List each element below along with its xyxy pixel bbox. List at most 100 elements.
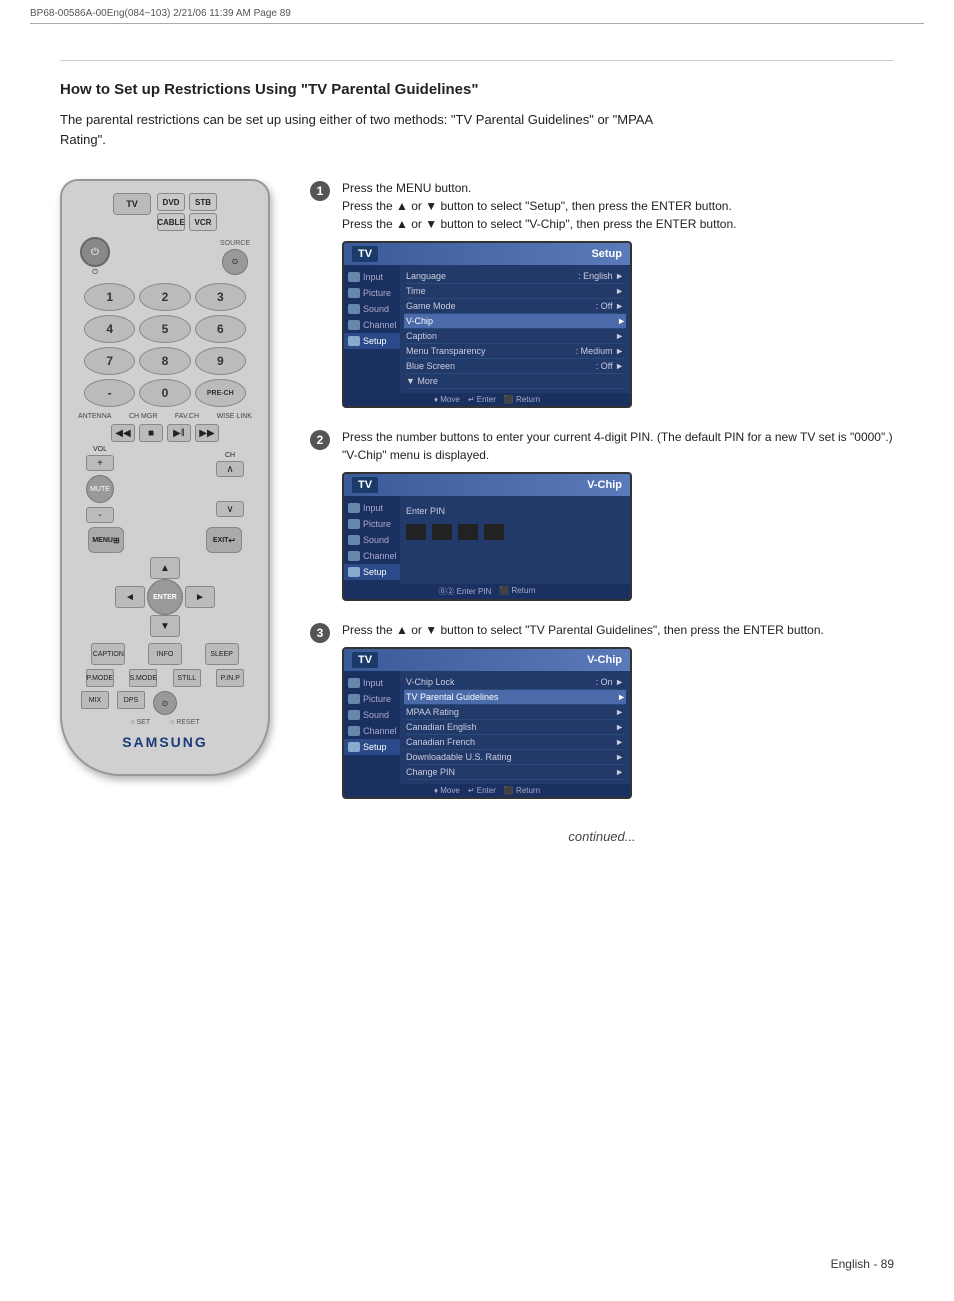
num-0[interactable]: 0: [139, 379, 190, 407]
mute-button[interactable]: MUTE: [86, 475, 114, 503]
menu-transparency-value: : Medium ►: [576, 346, 624, 356]
caption-button[interactable]: CAPTION: [91, 643, 125, 665]
vol-down-button[interactable]: -: [86, 507, 114, 523]
ch-down-button[interactable]: ∨: [216, 501, 244, 517]
s3-downloadable-label: Downloadable U.S. Rating: [406, 752, 512, 762]
s3-canenglish: Canadian English ►: [406, 720, 624, 735]
tv-screen-3-header-right: V-Chip: [587, 654, 622, 666]
s3-picture-icon: [348, 694, 360, 704]
steps-column: 1 Press the MENU button.Press the ▲ or ▼…: [310, 179, 894, 844]
still-button[interactable]: STILL: [173, 669, 201, 687]
smode-button[interactable]: S.MODE: [129, 669, 157, 687]
dpad-area: ▲ ◄ ENTER ► ▼: [72, 557, 258, 637]
tv-screen-1-footer: ♦ Move ↵ Enter ⬛ Return: [344, 393, 630, 406]
stop-button[interactable]: ■: [139, 424, 163, 442]
play-button[interactable]: ▶‖: [167, 424, 191, 442]
step-3-number: 3: [310, 623, 330, 643]
step-3-content: Press the ▲ or ▼ button to select "TV Pa…: [342, 621, 894, 799]
menu-button[interactable]: MENU⊞: [88, 527, 124, 553]
tv-screen-3-sidebar: Input Picture Sound: [344, 671, 400, 784]
pmode-button[interactable]: P.MODE: [86, 669, 114, 687]
dpad-right-button[interactable]: ►: [185, 586, 215, 608]
page-footer: English - 89: [831, 1257, 894, 1271]
stb-button[interactable]: STB: [189, 193, 217, 211]
pin-label: Enter PIN: [406, 504, 624, 518]
tv-screen-1-menu: Language : English ► Time ► Game Mode : …: [400, 265, 630, 393]
dvd-button[interactable]: DVD: [157, 193, 185, 211]
num-3[interactable]: 3: [195, 283, 246, 311]
mix-button[interactable]: MIX: [81, 691, 109, 709]
mode-button-row: TV DVD STB CABLE VCR: [72, 193, 258, 231]
tv-screen-1: TV Setup Input Pictu: [342, 241, 632, 408]
dpad-down-button[interactable]: ▼: [150, 615, 180, 637]
menu-time: Time ►: [406, 284, 624, 299]
s2-picture-label: Picture: [363, 519, 391, 529]
s3-vchiplock-label: V-Chip Lock: [406, 677, 455, 687]
vcr-button[interactable]: VCR: [189, 213, 217, 231]
tv-screen-3-body: Input Picture Sound: [344, 671, 630, 784]
num-4[interactable]: 4: [84, 315, 135, 343]
page-title: How to Set up Restrictions Using "TV Par…: [60, 81, 894, 98]
rew-button[interactable]: ◀◀: [111, 424, 135, 442]
rec-button[interactable]: ⊙: [153, 691, 177, 715]
num-2[interactable]: 2: [139, 283, 190, 311]
source-button[interactable]: ⊙: [222, 249, 248, 275]
mode-buttons: P.MODE S.MODE STILL P.IN.P: [72, 669, 258, 687]
s3-canfrench: Canadian French ►: [406, 735, 624, 750]
ff-button[interactable]: ▶▶: [195, 424, 219, 442]
s2-setup-icon: [348, 567, 360, 577]
s3-channel-icon: [348, 726, 360, 736]
menu-time-label: Time: [406, 286, 426, 296]
footer-move: ♦ Move: [434, 395, 460, 404]
num-prech[interactable]: PRE-CH: [195, 379, 246, 407]
s3-sound-icon: [348, 710, 360, 720]
sidebar-setup: Setup: [344, 333, 400, 349]
cable-button[interactable]: CABLE: [157, 213, 185, 231]
remote-control: TV DVD STB CABLE VCR: [60, 179, 270, 776]
s2-sidebar-sound: Sound: [344, 532, 400, 548]
num-5[interactable]: 5: [139, 315, 190, 343]
label-row: ANTENNA CH MGR FAV.CH WISE LINK: [72, 413, 258, 420]
footer-return: ⬛ Return: [504, 395, 540, 404]
menu-more: ▼ More: [406, 374, 624, 389]
num-7[interactable]: 7: [84, 347, 135, 375]
step-1-content: Press the MENU button.Press the ▲ or ▼ b…: [342, 179, 894, 408]
vol-up-button[interactable]: +: [86, 455, 114, 471]
num-dash[interactable]: -: [84, 379, 135, 407]
power-button[interactable]: ⏻: [80, 237, 110, 267]
sleep-button[interactable]: SLEEP: [205, 643, 239, 665]
pip-button[interactable]: P.IN.P: [216, 669, 244, 687]
tv-screen-3-header-left: TV: [352, 652, 378, 668]
num-8[interactable]: 8: [139, 347, 190, 375]
s2-sidebar-picture: Picture: [344, 516, 400, 532]
step-2-number: 2: [310, 430, 330, 450]
tv-screen-2-header-right: V-Chip: [587, 479, 622, 491]
sidebar-input-label: Input: [363, 272, 383, 282]
s3-tvparental-label: TV Parental Guidelines: [406, 692, 499, 702]
num-9[interactable]: 9: [195, 347, 246, 375]
tv-screen-2-header-left: TV: [352, 477, 378, 493]
samsung-logo: SAMSUNG: [72, 734, 258, 750]
s3-sidebar-channel: Channel: [344, 723, 400, 739]
num-6[interactable]: 6: [195, 315, 246, 343]
tv-button[interactable]: TV: [113, 193, 151, 215]
step-3: 3 Press the ▲ or ▼ button to select "TV …: [310, 621, 894, 799]
s3-input-label: Input: [363, 678, 383, 688]
s2-picture-icon: [348, 519, 360, 529]
s3-tvparental: TV Parental Guidelines ►: [404, 690, 626, 705]
reset-label: ○ RESET: [170, 719, 200, 726]
s3-changepin-arrow: ►: [615, 767, 624, 777]
s3-footer-move: ♦ Move: [434, 786, 460, 795]
s3-mpaa-arrow: ►: [615, 707, 624, 717]
ch-up-button[interactable]: ∧: [216, 461, 244, 477]
dpad-up-button[interactable]: ▲: [150, 557, 180, 579]
menu-bluescreen-value: : Off ►: [596, 361, 624, 371]
dpad-left-button[interactable]: ◄: [115, 586, 145, 608]
info-button[interactable]: INFO: [148, 643, 182, 665]
exit-button[interactable]: EXIT↩: [206, 527, 242, 553]
enter-button[interactable]: ENTER: [147, 579, 183, 615]
tv-screen-2-body: Input Picture Sound: [344, 496, 630, 584]
dps-button[interactable]: DPS: [117, 691, 145, 709]
num-1[interactable]: 1: [84, 283, 135, 311]
s3-canfrench-label: Canadian French: [406, 737, 475, 747]
